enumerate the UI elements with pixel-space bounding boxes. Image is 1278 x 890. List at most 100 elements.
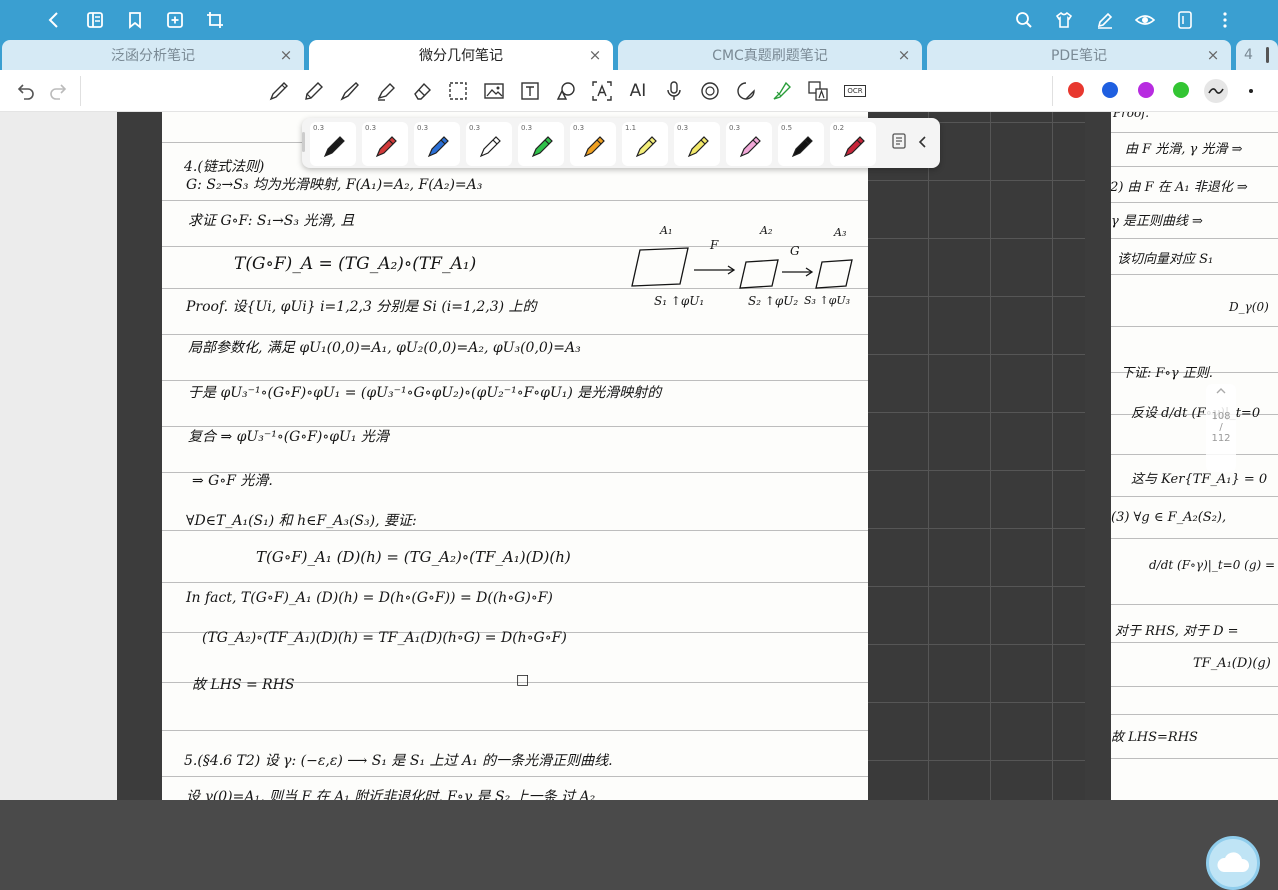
pen-preset[interactable]: 1.1 xyxy=(622,122,668,166)
ruled-line xyxy=(1111,132,1278,133)
bookmark-icon[interactable] xyxy=(123,8,147,32)
note-line: 由 F 光滑, γ 光滑 ⇒ xyxy=(1125,142,1243,157)
brush-icon[interactable] xyxy=(338,79,362,103)
highlighter-icon[interactable] xyxy=(374,79,398,103)
tab-divider xyxy=(1266,47,1269,63)
pen-icon xyxy=(583,136,605,158)
search-icon[interactable] xyxy=(1012,8,1036,32)
ocr-icon[interactable]: OCR xyxy=(842,79,868,103)
pen-preset[interactable]: 0.3 xyxy=(674,122,720,166)
cloud-icon xyxy=(1217,852,1250,872)
close-icon[interactable]: × xyxy=(896,46,912,64)
ruled-line xyxy=(1111,454,1278,455)
chevron-up-icon[interactable] xyxy=(1206,386,1236,399)
pen-width-label: 1.1 xyxy=(625,124,637,132)
commutative-diagram: A₁ A₂ A₃ F G S₁ ↑φU₁ S₂ ↑φU₂ S₃ ↑φU₃ xyxy=(628,224,858,324)
image-icon[interactable] xyxy=(482,79,506,103)
pen-width-label: 0.3 xyxy=(521,124,533,132)
note-line: D_γ(0) xyxy=(1229,300,1269,314)
eraser-icon[interactable] xyxy=(410,79,434,103)
page-gap xyxy=(1085,112,1111,800)
ruled-line xyxy=(162,334,868,335)
chevron-left-icon[interactable] xyxy=(916,133,932,153)
eye-icon[interactable] xyxy=(1133,8,1157,32)
pen-width-label: 0.2 xyxy=(833,124,845,132)
note-line: (2) 由 F 在 A₁ 非退化 ⇒ xyxy=(1111,180,1248,195)
back-icon[interactable] xyxy=(42,8,66,32)
textbox-icon[interactable] xyxy=(518,79,542,103)
color-green[interactable] xyxy=(1173,82,1189,98)
pen-width-label: 0.3 xyxy=(573,124,585,132)
assistant-fab[interactable] xyxy=(1206,836,1260,890)
laser-icon[interactable] xyxy=(770,79,794,103)
crop-icon[interactable] xyxy=(203,8,227,32)
color-red[interactable] xyxy=(1068,82,1084,98)
pen-edit-icon[interactable] xyxy=(1093,8,1117,32)
ruled-line xyxy=(162,200,868,201)
undo-icon[interactable] xyxy=(14,79,38,103)
ruled-line xyxy=(1111,714,1278,715)
page-separator: / xyxy=(1219,422,1223,433)
more-icon[interactable] xyxy=(1213,8,1237,32)
sticker-icon[interactable] xyxy=(698,79,722,103)
note-line: ⇒ G∘F 光滑. xyxy=(192,473,273,489)
translate-icon[interactable] xyxy=(806,79,830,103)
pen-preset[interactable]: 0.3 xyxy=(362,122,408,166)
redo-icon[interactable] xyxy=(46,79,70,103)
tshirt-icon[interactable] xyxy=(1052,8,1076,32)
qed-symbol: □ xyxy=(516,672,530,688)
pen-preset[interactable]: 0.3 xyxy=(518,122,564,166)
tab-pde[interactable]: PDE笔记 × xyxy=(927,40,1231,70)
pen-preset[interactable]: 0.3 xyxy=(726,122,772,166)
close-icon[interactable]: × xyxy=(278,46,294,64)
toolbar: AI OCR xyxy=(0,70,1278,112)
ruled-line xyxy=(1111,496,1278,497)
page-indicator[interactable]: 108 / 112 xyxy=(1206,384,1236,472)
tab-differential-geometry[interactable]: 微分几何笔记 × xyxy=(309,40,613,70)
diagram-bottom-label: S₁ ↑φU₁ xyxy=(654,294,705,308)
pen-preset[interactable]: 0.3 xyxy=(570,122,616,166)
color-blue[interactable] xyxy=(1102,82,1118,98)
tab-label: 4 xyxy=(1244,47,1253,63)
ruled-line xyxy=(1111,202,1278,203)
note-line: 局部参数化, 满足 φU₁(0,0)=A₁, φU₂(0,0)=A₂, φU₃(… xyxy=(188,340,581,356)
close-icon[interactable]: × xyxy=(1205,46,1221,64)
pen-icon xyxy=(427,136,449,158)
tab-functional-analysis[interactable]: 泛函分析笔记 × xyxy=(2,40,304,70)
close-icon[interactable]: × xyxy=(587,46,603,64)
note-line: 4.(链式法则) xyxy=(184,159,265,175)
outline-icon[interactable] xyxy=(83,8,107,32)
diagram-top-label: A₁ xyxy=(660,224,673,237)
pen-preset[interactable]: 0.5 xyxy=(778,122,824,166)
shape-icon[interactable] xyxy=(554,79,578,103)
note-page[interactable]: 4.(链式法则) G: S₂→S₃ 均为光滑映射, F(A₁)=A₂, F(A₂… xyxy=(162,112,868,800)
pen-icon xyxy=(791,136,813,158)
tape-icon[interactable] xyxy=(734,79,758,103)
tab-cmc-exam[interactable]: CMC真题刷题笔记 × xyxy=(618,40,922,70)
text-recognize-icon[interactable] xyxy=(590,79,614,103)
lasso-select-icon[interactable] xyxy=(446,79,470,103)
color-purple[interactable] xyxy=(1138,82,1154,98)
add-page-icon[interactable] xyxy=(163,8,187,32)
pen-preset[interactable]: 0.2 xyxy=(830,122,876,166)
stroke-style-icon[interactable] xyxy=(1204,79,1228,103)
diagram-bottom-label: S₂ ↑φU₂ xyxy=(748,294,799,308)
pen-preset[interactable]: 0.3 xyxy=(466,122,512,166)
tab-label: CMC真题刷题笔记 xyxy=(712,48,828,64)
drag-handle[interactable] xyxy=(302,132,305,152)
tablet-icon[interactable] xyxy=(1173,8,1197,32)
pen-icon[interactable] xyxy=(267,79,291,103)
note-page-next[interactable]: Proof. 由 F 光滑, γ 光滑 ⇒ (2) 由 F 在 A₁ 非退化 ⇒… xyxy=(1111,112,1278,800)
tab-more[interactable]: 4 xyxy=(1236,40,1278,70)
pencil-icon[interactable] xyxy=(302,79,326,103)
ai-icon[interactable]: AI xyxy=(626,79,650,103)
note-line: 该切向量对应 S₁ xyxy=(1117,252,1214,267)
page-margin-left xyxy=(117,112,162,800)
pen-settings-icon[interactable] xyxy=(890,131,910,153)
pen-preset[interactable]: 0.3 xyxy=(310,122,356,166)
ocr-label: OCR xyxy=(844,85,866,97)
microphone-icon[interactable] xyxy=(662,79,686,103)
note-line: 复合 ⇒ φU₃⁻¹∘(G∘F)∘φU₁ 光滑 xyxy=(188,429,389,445)
pen-preset[interactable]: 0.3 xyxy=(414,122,460,166)
stroke-dot-icon[interactable] xyxy=(1249,89,1253,93)
